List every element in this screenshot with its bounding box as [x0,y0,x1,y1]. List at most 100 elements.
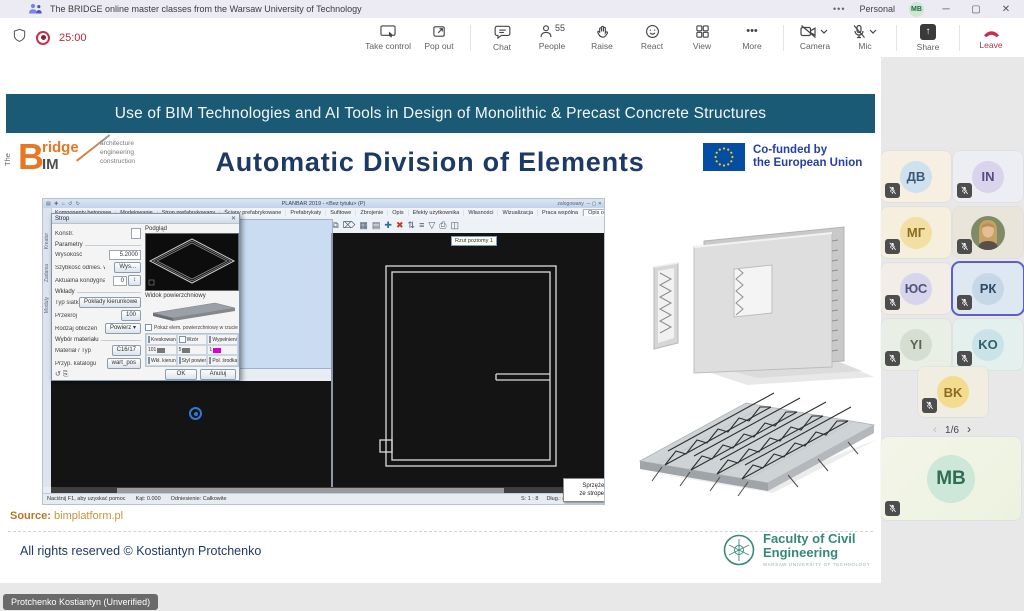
participant-initials: KO [972,329,1004,361]
cad-tool-icon[interactable]: ✖ [396,220,404,231]
cad-ribbon-tab[interactable]: Sufitowe [326,210,356,216]
avatar[interactable]: MB [909,2,924,17]
cad-side-tab[interactable]: Zadania [44,264,50,282]
storey-input[interactable]: 0 [113,276,127,286]
cad-ribbon-tab[interactable]: Opis [388,210,408,216]
cad-ribbon-tab[interactable]: Prefabrykaty [286,210,326,216]
cad-tool-icon[interactable]: ⎙ [439,220,446,231]
mic-muted-icon [885,351,900,366]
source-link[interactable]: bimplatform.pl [54,510,123,522]
share-button[interactable]: ↑ Share [903,24,953,52]
participant-initials: ЮС [900,273,932,305]
cad-viewport-empty[interactable] [239,219,333,369]
mic-button[interactable]: Mic [840,24,890,51]
cad-tool-icon[interactable]: ◫ [450,220,459,231]
show-element-checkbox[interactable] [145,324,152,331]
camera-button[interactable]: Camera [790,24,840,51]
participant-tile[interactable]: ДВ [881,151,951,202]
cad-ribbon-tab[interactable]: Efekty użytkownika [409,210,465,216]
participant-tile[interactable]: РК [953,263,1023,314]
participant-tile[interactable]: YI [881,319,951,370]
cad-ribbon-tab[interactable]: Praca wspólna [538,210,583,216]
cad-side-tab[interactable]: Kreator [44,233,50,249]
mic-muted-icon [957,351,972,366]
take-control-button[interactable]: Take control [362,24,414,51]
shield-icon [12,28,27,48]
cad-konstr-icon[interactable] [131,228,141,239]
mic-muted-icon [922,398,937,413]
profile-label[interactable]: Personal [859,4,895,14]
view-button[interactable]: View [677,24,727,51]
meeting-toolbar: 25:00 Take control Pop out Chat 55 [0,18,1024,58]
cad-user-label: zalogowany [557,201,583,207]
next-page-icon[interactable]: › [967,422,971,436]
fill-color-swatch[interactable] [213,348,221,353]
cad-ribbon-tab[interactable]: Zbrojenie [356,210,388,216]
height-input[interactable]: 5.2000 [109,250,141,260]
mic-muted-icon [957,239,972,254]
faculty-emblem-icon [722,533,756,567]
toolbar-divider [959,25,960,51]
cad-viewport-model[interactable] [51,381,331,487]
height-ref-button[interactable]: Wys... [114,262,141,273]
maximize-button[interactable]: ▢ [968,4,984,15]
cad-tool-icon[interactable]: ▦ [359,220,368,231]
leave-call-icon [982,26,1001,38]
previous-page-icon[interactable]: ‹ [933,422,937,436]
mic-muted-icon [885,501,900,516]
cad-tool-icon[interactable]: ⧉ [332,220,338,231]
close-button[interactable]: ✕ [998,4,1014,15]
cad-tool-icon[interactable]: ▽ [428,220,435,231]
participant-tile[interactable] [953,207,1023,258]
minimize-button[interactable]: ─ [938,4,954,15]
participant-tile[interactable]: BK [918,367,988,417]
leave-button[interactable]: Leave [966,26,1016,50]
ok-button[interactable]: OK [165,369,197,380]
participant-initials: МГ [900,217,932,249]
people-button[interactable]: 55 People [527,24,577,51]
cad-dialog-close-icon[interactable]: ✕ [231,215,236,222]
storey-spinner[interactable]: ↕ [128,275,141,286]
people-count-badge: 55 [555,23,565,33]
cad-viewport-plan[interactable]: Rzut poziomy 1 Sprzężenie płyt typu fil [331,233,604,487]
cad-tool-icon[interactable]: ≡ [419,220,424,230]
calc-type-select[interactable]: Powierz ▾ [105,323,141,334]
cad-tool-icon[interactable]: ⇅ [408,220,416,231]
dialog-footer-icons[interactable]: ↺ ⎘ [55,370,68,379]
presenter-name-label: Protchenko Kostiantyn (Unverified) [3,594,158,610]
cad-ribbon-tab[interactable]: Opis ogólny [583,209,604,216]
self-video-tile[interactable]: MB [881,437,1021,520]
cad-side-tab[interactable]: Moduły [44,297,50,313]
mesh-type-button[interactable]: Pokłady kierunkowe [79,297,141,308]
participant-initials: РК [972,273,1004,305]
cad-ribbon-tab[interactable]: Wizualizacja [498,210,538,216]
cad-tool-icon[interactable]: ✚ [384,220,392,231]
raise-hand-button[interactable]: Raise [577,24,627,51]
cad-window-controls[interactable]: ─ ▢ ✕ [587,201,602,207]
slide-banner: Use of BIM Technologies and AI Tools in … [6,94,875,133]
dialog-preview-viewport[interactable] [145,233,239,291]
cad-ribbon-tab[interactable]: Własności [464,210,498,216]
pop-out-button[interactable]: Pop out [414,24,464,51]
react-button[interactable]: React [627,24,677,51]
participant-tile[interactable]: ЮС [881,263,951,314]
copyright-text: All rights reserved © Kostiantyn Protche… [20,544,261,558]
chat-button[interactable]: Chat [477,24,527,52]
more-button[interactable]: ••• More [727,24,777,51]
eu-flag-icon [703,143,745,171]
cancel-button[interactable]: Anuluj [200,369,236,380]
window-title: The BRIDGE online master classes from th… [50,4,362,14]
section-button[interactable]: 100 [121,310,141,321]
participant-tile[interactable]: KO [953,319,1023,370]
participant-tile[interactable]: МГ [881,207,951,258]
material-button[interactable]: C16/17 [112,345,141,356]
titlebar-overflow-menu[interactable]: ••• [833,4,845,14]
cad-dialog-titlebar[interactable]: Strop ✕ [52,214,239,224]
cad-tool-icon[interactable]: ⌦ [343,220,356,231]
recording-indicator-icon [36,31,50,45]
course-title: Use of BIM Technologies and AI Tools in … [115,105,767,123]
participant-tile[interactable]: IN [953,151,1023,202]
cad-tool-icon[interactable]: ▤ [372,220,381,231]
snap-point-icon [189,407,202,420]
cad-caption-box: Sprzężenie płyt typu filigran ze stropem… [563,478,605,502]
